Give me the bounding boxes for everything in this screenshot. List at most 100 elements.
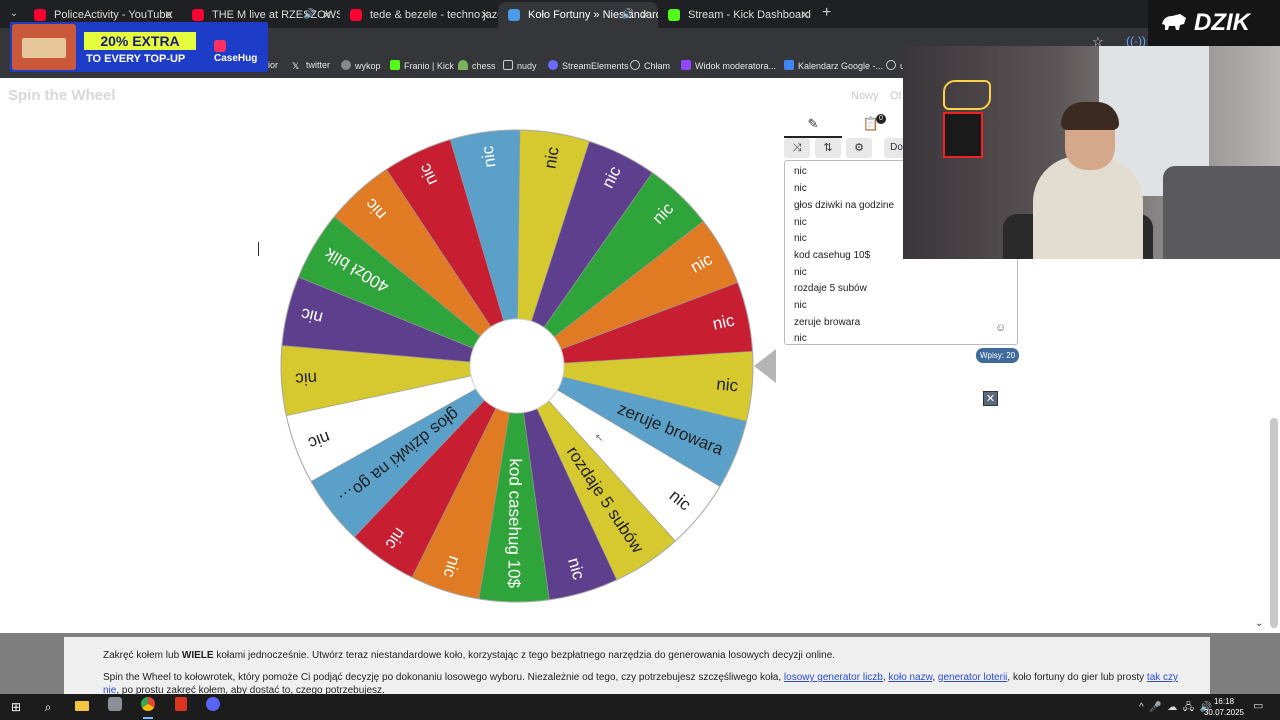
tab-results[interactable]: 📋 0 — [842, 112, 900, 138]
bookmark-label: Chłam — [644, 61, 671, 71]
calendar-icon — [784, 60, 794, 70]
bookmark-widok-moderatora[interactable]: Widok moderatora... — [681, 60, 776, 71]
settings-button[interactable]: ⚙ — [846, 138, 872, 158]
entry-line: rozdaje 5 subów — [794, 283, 867, 294]
neon-sign — [943, 80, 991, 110]
folder-shape — [75, 701, 89, 711]
bookmark-label: Widok moderatora... — [695, 61, 777, 71]
streamer-body — [1033, 156, 1143, 259]
wykop-icon — [341, 60, 351, 70]
casehug-ad-banner[interactable]: 20% EXTRA TO EVERY TOP-UP CaseHug — [10, 22, 268, 72]
emoji-icon[interactable]: ☺ — [995, 322, 1006, 334]
wheel-hub[interactable] — [469, 318, 565, 414]
page-scrollbar[interactable] — [1270, 418, 1278, 628]
bookmark-label: chess — [472, 61, 496, 71]
youtube-icon — [34, 9, 46, 21]
browser-tab-5[interactable]: Stream - Kick Dashboard ✕ — [658, 2, 818, 28]
taskbar-clock[interactable]: 16:18 30.07.2025 — [1200, 696, 1248, 718]
speaker-icon[interactable]: 🔊 — [622, 2, 634, 28]
chrome-icon[interactable] — [137, 697, 159, 719]
open-button[interactable]: Ot — [890, 90, 902, 102]
bookmark-chess[interactable]: chess — [458, 60, 496, 71]
info-text: Spin the Wheel to kołowrotek, który pomo… — [103, 672, 784, 683]
site-logo[interactable]: Spin the Wheel — [8, 87, 116, 104]
youtube-icon — [350, 9, 362, 21]
info-text: Zakręć kołem lub — [103, 650, 182, 661]
bookmark-kalendarz[interactable]: Kalendarz Google -... — [784, 60, 883, 71]
bookmark-streamelements[interactable]: StreamElements — [548, 60, 629, 71]
app-shape — [175, 697, 187, 711]
kick-icon — [390, 60, 400, 70]
close-tab-icon[interactable]: ✕ — [322, 2, 332, 28]
shuffle-button[interactable]: ⤨ — [784, 138, 810, 158]
link-random-number[interactable]: losowy generator liczb — [784, 672, 883, 683]
pawn-icon — [458, 60, 468, 70]
close-tab-icon[interactable]: ✕ — [640, 2, 650, 28]
chevron-down-icon[interactable]: ⌄ — [1255, 618, 1263, 629]
bookmark-nudy[interactable]: nudy — [503, 60, 537, 71]
bookmark-chlam[interactable]: Chłam — [630, 60, 670, 71]
speaker-icon[interactable]: 🔊 — [304, 2, 316, 28]
browser-tab-3[interactable]: tede & bezele - techno jazda ja ✕ — [340, 2, 498, 28]
x-icon: 𝕏 — [292, 61, 300, 71]
info-bold: WIELE — [181, 650, 214, 661]
entry-line: nic — [794, 233, 807, 244]
info-paragraph-2: Spin the Wheel to kołowrotek, który pomo… — [103, 671, 1183, 694]
wheel-segment-label: nic — [294, 368, 317, 388]
new-button[interactable]: Nowy — [851, 90, 879, 102]
file-explorer-icon[interactable] — [71, 697, 93, 717]
youtube-icon — [192, 9, 204, 21]
bookmark-franio-kick[interactable]: Franio | Kick — [390, 60, 454, 71]
windows-taskbar: ⊞ ⌕ ^ 🎤 ☁ 🖧 🔊 16:18 30.07.2025 ▭ — [0, 694, 1280, 720]
folder-icon — [503, 60, 513, 70]
search-icon[interactable]: ⌕ — [37, 697, 59, 717]
ad-case-image — [12, 24, 76, 70]
tab-search-icon[interactable]: ⌄ — [6, 6, 22, 22]
tab-entries[interactable]: ✎ — [784, 112, 842, 138]
tab-title: THE M live at RZESZOWSKI — [212, 9, 340, 21]
bookmark-label: StreamElements — [562, 61, 629, 71]
wheel-segment-label: nic — [478, 144, 500, 169]
notification-icon[interactable]: ▭ — [1253, 699, 1263, 712]
settings-icon: ⚙ — [854, 142, 864, 154]
entry-line: nic — [794, 183, 807, 194]
close-tab-icon[interactable]: ✕ — [800, 2, 810, 28]
entry-line: nic — [794, 166, 807, 177]
wheel-segment-label: kod casehug 10$ — [504, 458, 525, 588]
bookmark-label: nudy — [517, 61, 537, 71]
entry-line: głos dziwki na godzine — [794, 200, 895, 211]
tab-title: tede & bezele - techno jazda ja — [370, 9, 498, 21]
browser-tab-4-active[interactable]: Koło Fortuny » Niestandard 🔊 ✕ — [498, 2, 658, 28]
pencil-icon: ✎ — [807, 116, 819, 131]
entry-line: nic — [794, 333, 807, 344]
entry-line: zeruje browara — [794, 317, 861, 328]
link-name-wheel[interactable]: koło nazw — [888, 672, 932, 683]
ad-title: 20% EXTRA — [84, 32, 196, 50]
info-text: kołami jednocześnie. Utwórz teraz niesta… — [213, 650, 836, 661]
clock-date: 30.07.2025 — [1203, 708, 1245, 717]
info-text: , po prostu zakręć kołem, aby dostać to,… — [116, 685, 385, 694]
obs-app-icon[interactable] — [170, 697, 192, 717]
tab-title: Koło Fortuny » Niestandard — [528, 9, 658, 21]
sort-button[interactable]: ⇅ — [815, 138, 841, 158]
link-lottery[interactable]: generator loterii — [938, 672, 1007, 683]
spin-wheel[interactable]: niczeruje browaranicrozdaje 5 subównicko… — [280, 129, 754, 603]
discord-icon[interactable] — [202, 697, 224, 717]
wheel-segment-label: nic — [716, 374, 740, 395]
dzik-logo-text: DZIK — [1194, 9, 1250, 36]
bookmark-label: Franio | Kick — [404, 61, 454, 71]
text-caret — [258, 242, 259, 256]
bookmark-twitter[interactable]: 𝕏twitter — [292, 60, 330, 71]
windows-start-icon[interactable]: ⊞ — [5, 697, 27, 717]
mouse-cursor-icon: ↖ — [595, 433, 604, 444]
globe-icon — [886, 60, 896, 70]
wheel-segment-label: nic — [540, 145, 562, 170]
close-icon[interactable]: ✕ — [983, 391, 998, 406]
tab-title: PoliceActivity - YouTube — [54, 9, 172, 21]
close-tab-icon[interactable]: ✕ — [480, 2, 490, 28]
new-tab-icon[interactable]: + — [822, 4, 831, 22]
app-icon[interactable] — [104, 697, 126, 717]
bookmark-wykop[interactable]: wykop — [341, 60, 381, 71]
ad-brand: CaseHug — [214, 40, 268, 64]
wheel-pointer — [754, 349, 776, 383]
